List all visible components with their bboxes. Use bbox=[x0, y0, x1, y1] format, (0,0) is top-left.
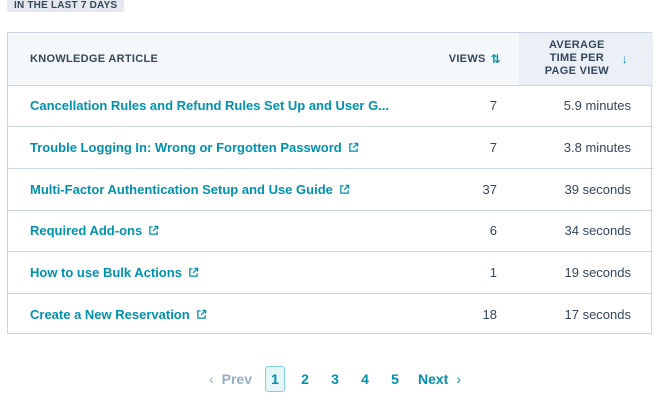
pagination: ‹ Prev 12345 Next › bbox=[0, 366, 670, 392]
prev-page-button[interactable]: ‹ Prev bbox=[209, 371, 252, 387]
cell-article: Cancellation Rules and Refund Rules Set … bbox=[8, 85, 423, 128]
cell-article: Required Add-ons bbox=[8, 210, 423, 253]
sort-both-icon[interactable]: ⇅ bbox=[491, 52, 501, 66]
article-link[interactable]: Multi-Factor Authentication Setup and Us… bbox=[30, 182, 350, 197]
column-header-label: VIEWS bbox=[448, 52, 486, 65]
cell-average-time: 17 seconds bbox=[564, 307, 632, 323]
column-header-average-time[interactable]: AVERAGE TIME PER PAGE VIEW ↓ bbox=[519, 33, 653, 86]
page-number-button[interactable]: 1 bbox=[265, 366, 285, 392]
table-row: Multi-Factor Authentication Setup and Us… bbox=[8, 168, 653, 211]
cell-average-time: 39 seconds bbox=[519, 168, 653, 211]
article-link[interactable]: Create a New Reservation bbox=[30, 307, 207, 322]
external-link-icon bbox=[196, 309, 207, 320]
cell-article: Multi-Factor Authentication Setup and Us… bbox=[8, 168, 423, 211]
table-row: Create a New Reservation 18 17 seconds bbox=[8, 293, 653, 335]
chevron-right-icon: › bbox=[456, 371, 462, 387]
page-number-button[interactable]: 5 bbox=[385, 366, 405, 392]
cell-average-time: 34 seconds bbox=[519, 210, 653, 253]
column-header-views[interactable]: VIEWS ⇅ bbox=[423, 33, 519, 86]
cell-average-time: 5.9 minutes bbox=[519, 85, 653, 128]
page-number-button[interactable]: 2 bbox=[295, 366, 315, 392]
cell-views: 1 bbox=[423, 251, 519, 294]
cell-views: 18 bbox=[482, 307, 497, 323]
cell-article: Trouble Logging In: Wrong or Forgotten P… bbox=[8, 126, 423, 169]
column-header-label: KNOWLEDGE ARTICLE bbox=[30, 52, 159, 65]
article-link[interactable]: How to use Bulk Actions bbox=[30, 265, 199, 280]
cell-views: 7 bbox=[423, 85, 519, 128]
sort-descending-icon[interactable]: ↓ bbox=[622, 52, 628, 66]
cell-views: 37 bbox=[423, 168, 519, 211]
page-number-button[interactable]: 3 bbox=[325, 366, 345, 392]
external-link-icon bbox=[339, 184, 350, 195]
cell-article: Create a New Reservation bbox=[8, 293, 423, 335]
table-row: Required Add-ons 6 34 seconds bbox=[8, 210, 653, 253]
article-link[interactable]: Trouble Logging In: Wrong or Forgotten P… bbox=[30, 140, 359, 155]
cell-views: 7 bbox=[423, 126, 519, 169]
article-link[interactable]: Required Add-ons bbox=[30, 223, 159, 238]
cell-article: How to use Bulk Actions bbox=[8, 251, 423, 294]
column-header-knowledge-article[interactable]: KNOWLEDGE ARTICLE bbox=[8, 33, 423, 86]
external-link-icon bbox=[348, 142, 359, 153]
chevron-left-icon: ‹ bbox=[208, 371, 214, 387]
external-link-icon bbox=[188, 267, 199, 278]
page-number-button[interactable]: 4 bbox=[355, 366, 375, 392]
table-row: Cancellation Rules and Refund Rules Set … bbox=[8, 85, 653, 128]
cell-views: 6 bbox=[423, 210, 519, 253]
table-row: How to use Bulk Actions 1 19 seconds bbox=[8, 251, 653, 294]
external-link-icon bbox=[148, 225, 159, 236]
date-range-tag: IN THE LAST 7 DAYS bbox=[7, 0, 125, 12]
column-header-label: AVERAGE TIME PER PAGE VIEW bbox=[544, 39, 609, 78]
cell-average-time: 3.8 minutes bbox=[519, 126, 653, 169]
article-link[interactable]: Cancellation Rules and Refund Rules Set … bbox=[30, 98, 389, 113]
table-row: Trouble Logging In: Wrong or Forgotten P… bbox=[8, 126, 653, 169]
knowledge-articles-table: KNOWLEDGE ARTICLE VIEWS ⇅ AVERAGE TIME P… bbox=[7, 32, 653, 335]
table-header-row: KNOWLEDGE ARTICLE VIEWS ⇅ AVERAGE TIME P… bbox=[8, 33, 653, 86]
next-page-button[interactable]: Next › bbox=[418, 371, 461, 387]
cell-average-time: 19 seconds bbox=[519, 251, 653, 294]
